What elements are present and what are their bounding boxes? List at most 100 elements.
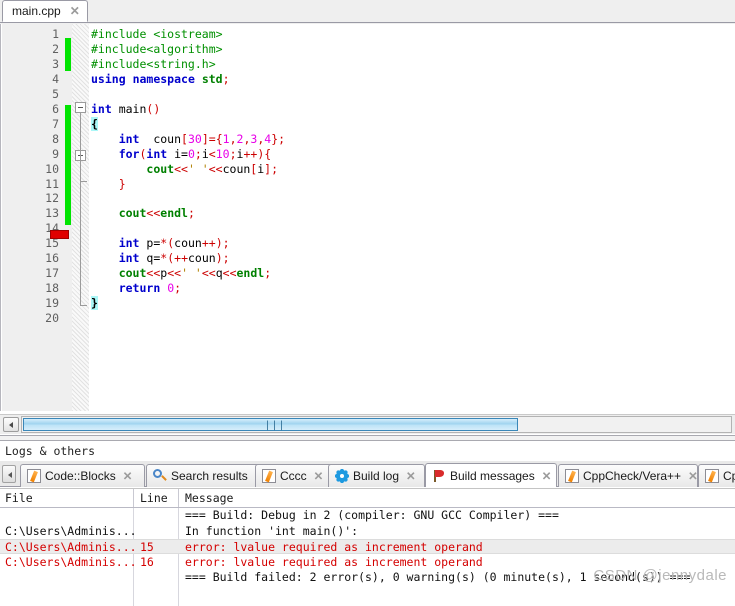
fold-toggle-icon[interactable] (75, 102, 86, 113)
line-number: 3 (52, 56, 59, 71)
code-token: 30 (187, 131, 202, 146)
code-folding-margin[interactable] (72, 24, 89, 411)
code-token: <algorithm> (146, 41, 223, 56)
logs-tab-code-blocks[interactable]: Code::Blocks ✕ (20, 464, 145, 487)
code-token: for (118, 146, 140, 161)
code-token: <string.h> (146, 56, 216, 71)
close-icon[interactable]: ✕ (70, 5, 80, 17)
scrollbar-thumb[interactable]: ||| (23, 418, 518, 431)
code-line[interactable]: #include<algorithm> (91, 41, 223, 56)
line-number: 10 (45, 161, 59, 176)
line-number: 7 (52, 116, 59, 131)
code-text-area[interactable]: #include <iostream> #include<algorithm> #i… (89, 24, 735, 411)
code-line[interactable]: int q=*(++coun); (91, 251, 230, 266)
table-row[interactable]: C:\Users\Adminis... 15 error: lvalue requi… (0, 539, 735, 555)
code-token: coun (174, 236, 202, 251)
code-token: } (91, 296, 98, 311)
panel-splitter[interactable] (0, 435, 735, 441)
logs-tab-cccc[interactable]: Cccc ✕ (255, 464, 335, 487)
build-messages-table[interactable]: File Line Message === Build: Debug in 2 (c… (0, 488, 735, 606)
code-line[interactable]: cout<<' '<<coun[i]; (91, 161, 278, 176)
code-token: std (201, 71, 223, 86)
column-header-message[interactable]: Message (185, 489, 233, 507)
code-token: int (91, 101, 112, 116)
code-token: { (91, 116, 98, 131)
line-number: 15 (45, 236, 59, 251)
column-header-file[interactable]: File (5, 489, 33, 507)
editor-tabbar: main.cpp ✕ (0, 0, 735, 23)
code-token: 10 (215, 146, 230, 161)
code-editor[interactable]: 1 2 3 4 5 6 7 8 9 10 11 12 13 14 15 16 17 18 19 20 #include… (0, 24, 735, 411)
code-token: 0 (187, 146, 195, 161)
close-icon[interactable]: ✕ (123, 469, 133, 483)
code-token: using (91, 71, 126, 86)
code-line[interactable]: int p=*(coun++); (91, 236, 230, 251)
logs-tab-label: Cccc (280, 469, 307, 483)
line-number: 1 (52, 27, 59, 41)
column-divider[interactable] (178, 489, 179, 507)
close-icon[interactable]: ✕ (314, 469, 324, 483)
code-line[interactable]: } (91, 178, 126, 190)
code-token: { (215, 131, 223, 146)
code-token: () (146, 101, 161, 116)
close-icon[interactable]: ✕ (688, 469, 698, 483)
code-line[interactable]: using namespace std; (91, 71, 230, 86)
code-token: cout (118, 206, 147, 221)
code-line[interactable]: #include <iostream> (91, 27, 223, 41)
logs-tab-label: Build log (353, 469, 400, 483)
code-token: int (118, 251, 140, 266)
code-line[interactable]: int main() (91, 101, 161, 116)
scroll-left-arrow-icon[interactable] (3, 417, 19, 432)
code-line[interactable]: #include<string.h> (91, 56, 216, 71)
code-line[interactable]: { (91, 116, 98, 131)
code-token: main (111, 101, 147, 116)
code-token: << (208, 161, 223, 176)
code-token: coun (222, 161, 251, 176)
table-header-row: File Line Message (0, 489, 735, 508)
code-token: ; (194, 146, 202, 161)
scrollbar-track[interactable]: ||| (21, 416, 732, 433)
bookmark-marker-icon[interactable] (50, 230, 69, 239)
logs-tab-label: CppCheck/Vera++ (583, 469, 682, 483)
code-token: ++ (174, 251, 188, 266)
code-token: [ (181, 131, 188, 146)
tab-scroll-left-icon[interactable] (2, 465, 16, 483)
code-token: return (118, 281, 161, 296)
column-header-line[interactable]: Line (140, 489, 168, 507)
code-token: ); (215, 251, 230, 266)
table-row[interactable]: === Build: Debug in 2 (compiler: GNU GCC… (0, 508, 735, 523)
editor-horizontal-scrollbar[interactable]: ||| (0, 414, 735, 434)
code-line[interactable]: for(int i=0;i<10;i++){ (91, 146, 272, 161)
logs-tab-build-messages[interactable]: Build messages ✕ (425, 463, 557, 487)
table-row[interactable]: C:\Users\Adminis... In function 'int main… (0, 524, 735, 539)
cell-message: In function 'int main()': (185, 523, 359, 538)
editor-tab-main-cpp[interactable]: main.cpp ✕ (2, 0, 88, 22)
code-line[interactable]: cout<<p<<' '<<q<<endl; (91, 266, 272, 281)
code-token: int (118, 236, 140, 251)
line-number: 19 (45, 296, 59, 311)
logs-tab-build-log[interactable]: Build log ✕ (328, 464, 425, 487)
codeblocks-ide-window: main.cpp ✕ 1 2 3 4 5 6 7 8 9 10 11 12 13 14 15 16 17 18 19… (0, 0, 735, 606)
line-number: 20 (45, 311, 59, 326)
code-line[interactable]: return 0; (91, 281, 181, 296)
code-token: #include (91, 27, 154, 41)
code-token: <iostream> (153, 27, 223, 41)
fold-line-outer (80, 113, 81, 305)
logs-tab-label: Code::Blocks (45, 469, 116, 483)
code-token: ; (264, 266, 272, 281)
code-token: << (222, 266, 237, 281)
logs-tab-cp[interactable]: Cp (698, 464, 735, 487)
close-icon[interactable]: ✕ (406, 469, 416, 483)
table-body[interactable]: === Build: Debug in 2 (compiler: GNU GCC… (0, 508, 735, 606)
column-divider[interactable] (133, 489, 134, 507)
close-icon[interactable]: ✕ (542, 469, 552, 483)
code-line[interactable]: } (91, 296, 98, 311)
code-token: coun (139, 131, 182, 146)
code-line[interactable]: int coun[30]={1,2,3,4}; (91, 131, 285, 146)
logs-tab-cppcheck-vera[interactable]: CppCheck/Vera++ ✕ (558, 464, 698, 487)
code-token: #include (91, 41, 147, 56)
code-line[interactable]: cout<<endl; (91, 206, 195, 221)
